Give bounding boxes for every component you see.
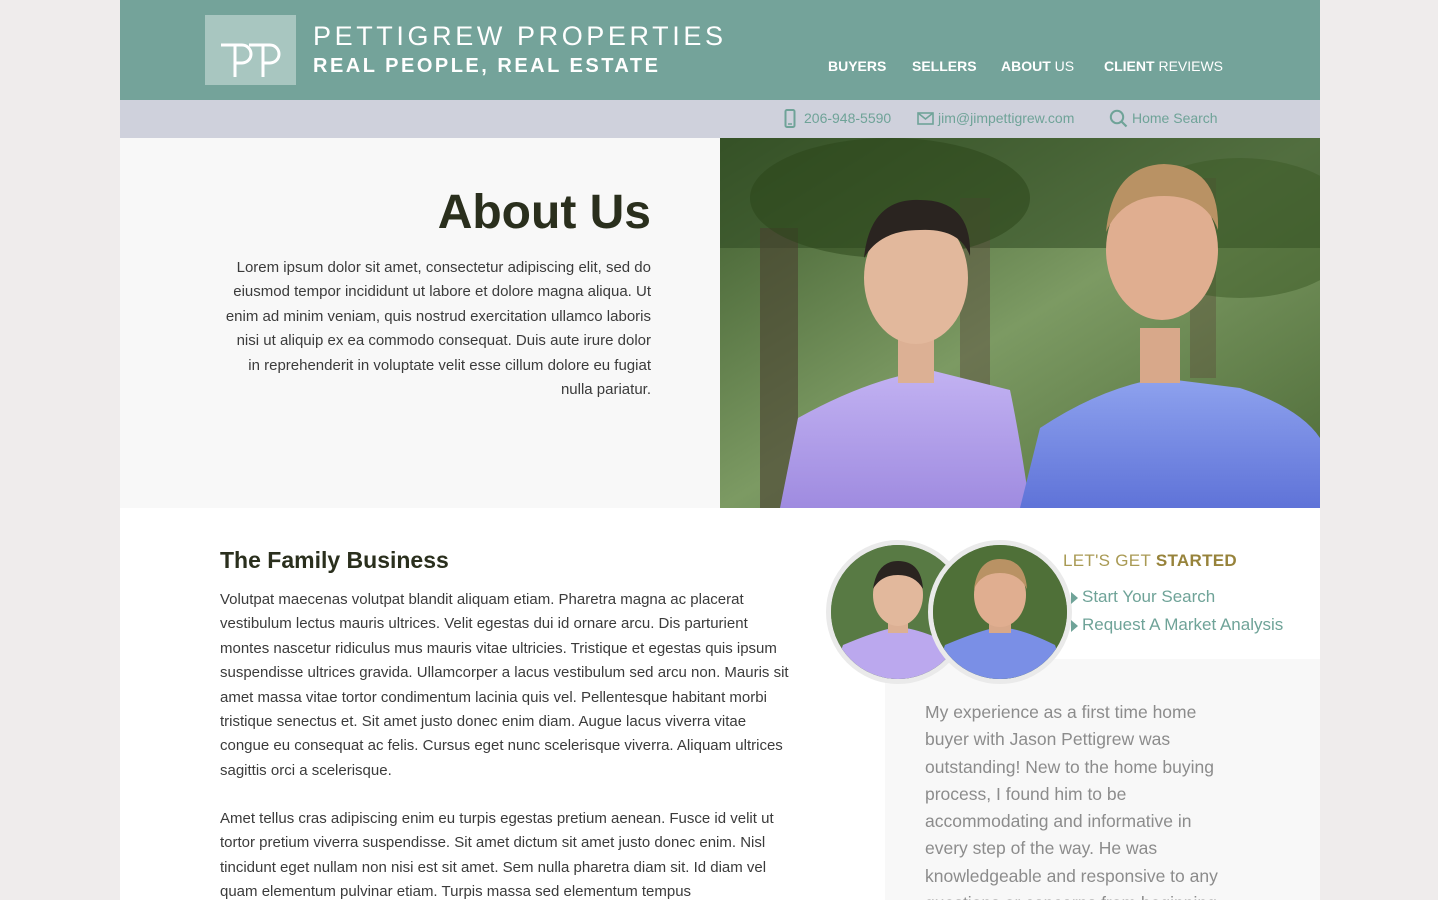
nav-sellers-label: SELLERS: [912, 58, 977, 74]
start-search-link[interactable]: Start Your Search: [1071, 587, 1216, 607]
avatar-jim: [928, 540, 1072, 684]
caret-right-icon: [1071, 592, 1078, 604]
hero-text: Lorem ipsum dolor sit amet, consectetur …: [225, 259, 651, 399]
market-analysis-link[interactable]: Request A Market Analysis: [1071, 615, 1284, 635]
testimonial-text: My experience as a first time home buyer…: [925, 702, 1218, 900]
mail-icon: [917, 112, 934, 125]
family-business-title: The Family Business: [220, 547, 449, 573]
nav-about-label-light: US: [1050, 58, 1075, 74]
get-started-heading: LET'S GET STARTED: [1063, 551, 1237, 571]
nav-client-reviews[interactable]: CLIENT REVIEWS: [1104, 58, 1223, 78]
testimonial-card: My experience as a first time home buyer…: [885, 659, 1320, 900]
start-search-label: Start Your Search: [1082, 587, 1216, 606]
family-business-paragraph-2: Amet tellus cras adipiscing enim eu turp…: [220, 810, 774, 900]
hero-intro: About Us Lorem ipsum dolor sit amet, con…: [120, 138, 720, 508]
nav-buyers-label: BUYERS: [828, 58, 887, 74]
contact-bar: 206-948-5590 jim@jimpettigrew.com Home S…: [120, 100, 1320, 138]
nav-about-us[interactable]: ABOUT US: [1001, 58, 1074, 78]
page: PETTIGREW PROPERTIES REAL PEOPLE, REAL E…: [120, 0, 1320, 900]
caret-right-icon: [1071, 620, 1078, 632]
phone-number: 206-948-5590: [804, 110, 892, 126]
home-search-label: Home Search: [1132, 110, 1218, 126]
nav-reviews-label-light: REVIEWS: [1154, 58, 1224, 74]
brand-tagline: REAL PEOPLE, REAL ESTATE: [313, 55, 661, 77]
site-header: PETTIGREW PROPERTIES REAL PEOPLE, REAL E…: [120, 0, 1320, 100]
email-link[interactable]: jim@jimpettigrew.com: [917, 110, 1074, 126]
market-analysis-label: Request A Market Analysis: [1082, 615, 1284, 634]
phone-link[interactable]: 206-948-5590: [784, 109, 892, 128]
pp-monogram-icon: [221, 43, 281, 77]
phone-icon: [784, 109, 796, 128]
nav-reviews-label-bold: CLIENT: [1104, 58, 1155, 74]
team-photo: [720, 138, 1320, 508]
page-title: About Us: [437, 186, 651, 239]
nav-buyers[interactable]: BUYERS: [828, 58, 886, 78]
email-address: jim@jimpettigrew.com: [938, 110, 1075, 126]
family-business-paragraph-1: Volutpat maecenas volutpat blandit aliqu…: [220, 591, 789, 779]
search-icon: [1109, 109, 1128, 128]
logo[interactable]: [205, 15, 296, 85]
home-search-link[interactable]: Home Search: [1109, 109, 1218, 128]
brand-name: PETTIGREW PROPERTIES: [313, 21, 727, 51]
nav-sellers[interactable]: SELLERS: [912, 58, 977, 78]
get-started-heading-light: LET'S GET: [1063, 551, 1156, 570]
get-started-heading-bold: STARTED: [1155, 551, 1237, 570]
nav-about-label-bold: ABOUT: [1001, 58, 1051, 74]
